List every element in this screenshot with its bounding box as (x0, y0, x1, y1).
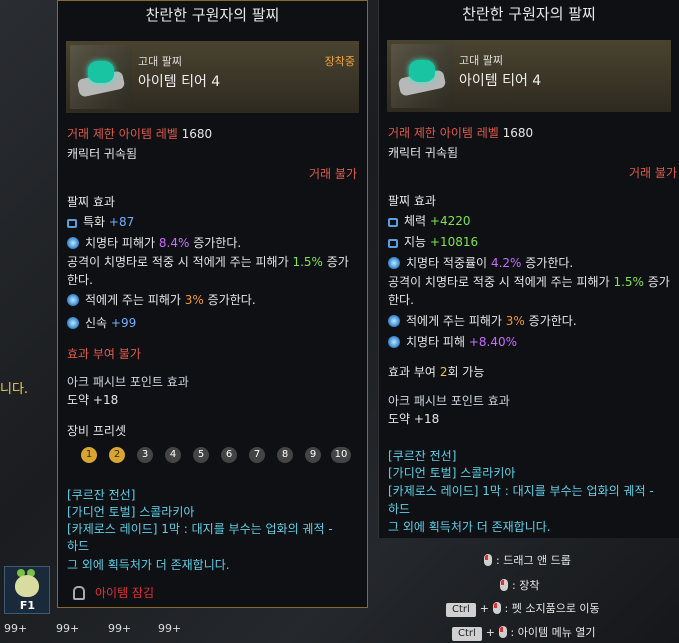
source-line: 그 외에 획득처가 더 존재합니다. (67, 558, 230, 572)
preset-button[interactable]: 1 (81, 447, 97, 463)
effect-orb-icon (67, 237, 79, 249)
lock-stat-icon (388, 239, 398, 248)
padlock-icon (73, 586, 85, 600)
lock-stat-icon (388, 218, 398, 227)
source-line: 그 외에 획득처가 더 존재합니다. (388, 520, 551, 534)
item-grade: 고대 팔찌 (459, 54, 503, 67)
count-label: 99+ (56, 622, 80, 635)
sprout-icon (15, 575, 39, 597)
effect-orb-icon (388, 336, 400, 348)
effect-line: 치명타 피해 +8.40% (388, 333, 517, 350)
lock-stat-icon (67, 219, 77, 228)
effect-line: 적에게 주는 피해가 3% 증가한다. (67, 291, 256, 308)
background-text: 니다. (0, 382, 29, 397)
bound-text: 캐릭터 귀속됨 (388, 146, 459, 160)
hint-drag: : 드래그 앤 드롭 (484, 552, 571, 568)
no-grant-text: 효과 부여 불가 (67, 347, 141, 361)
preset-button[interactable]: 10 (331, 447, 351, 463)
item-locked: 아이템 잠김 (73, 584, 154, 601)
effect-line: 치명타 적중률이 4.2% 증가한다. (388, 254, 573, 271)
effect-line-cont: 한다. (67, 273, 93, 287)
item-title: 찬란한 구원자의 팔찌 (462, 5, 596, 23)
bound-text: 캐릭터 귀속됨 (67, 147, 138, 161)
bracelet-icon (391, 44, 453, 108)
item-header: 고대 팔찌 아이템 티어 4 (387, 40, 671, 112)
ctrl-key-icon: Ctrl (452, 627, 482, 641)
ark-value: 도약 +18 (67, 393, 119, 407)
stat-line: 신속 +99 (67, 314, 136, 331)
effect-orb-icon (67, 294, 79, 306)
item-tier: 아이템 티어 4 (459, 73, 542, 89)
equipped-badge: 장착중 (324, 55, 355, 68)
source-line: [카제로스 레이드] 1막 : 대지를 부수는 업화의 궤적 - (388, 484, 654, 498)
hotkey-label: F1 (19, 599, 35, 612)
preset-button[interactable]: 9 (305, 447, 321, 463)
source-line: 하드 (67, 539, 90, 553)
grant-line: 효과 부여 2회 가능 (388, 365, 485, 379)
effects-title: 팔찌 효과 (388, 194, 436, 208)
effect-line: 공격이 치명타로 적중 시 적에게 주는 피해가 1.5% 증가 (67, 255, 349, 269)
trade-level: 거래 제한 아이템 레벨 1680 (388, 126, 534, 140)
preset-button[interactable]: 6 (221, 447, 237, 463)
preset-button[interactable]: 8 (277, 447, 293, 463)
count-label: 99+ (158, 622, 182, 635)
bracelet-icon (70, 45, 132, 109)
item-tooltip-equipped: 찬란한 구원자의 팔찌 고대 팔찌 아이템 티어 4 장착중 거래 제한 아이템… (57, 0, 368, 608)
effect-orb-icon (67, 317, 79, 329)
hint-move-pet: Ctrl + : 펫 소지품으로 이동 (446, 600, 600, 617)
ark-value: 도약 +18 (388, 412, 440, 426)
preset-button[interactable]: 5 (193, 447, 209, 463)
item-tier: 아이템 티어 4 (138, 74, 221, 90)
hud-counts: 99+ 99+ 99+ 99+ (0, 620, 240, 643)
source-line: [가디언 토벌] 스콜라키아 (388, 466, 516, 480)
preset-button[interactable]: 7 (249, 447, 265, 463)
ark-title: 아크 패시브 포인트 효과 (67, 375, 189, 389)
preset-button[interactable]: 3 (137, 447, 153, 463)
effect-line: 적에게 주는 피해가 3% 증가한다. (388, 312, 577, 329)
untradable-text: 거래 불가 (629, 166, 677, 180)
source-line: [가디언 토벌] 스콜라키아 (67, 505, 195, 519)
count-label: 99+ (108, 622, 132, 635)
stat-line: 지능 +10816 (388, 233, 478, 250)
mouse-right-icon (500, 579, 508, 591)
ark-title: 아크 패시브 포인트 효과 (388, 394, 510, 408)
mouse-left-icon (484, 554, 492, 566)
preset-title: 장비 프리셋 (67, 424, 127, 438)
hint-equip: : 장착 (500, 577, 539, 593)
mouse-right-icon (492, 602, 501, 614)
trade-level: 거래 제한 아이템 레벨 1680 (67, 127, 213, 141)
effect-orb-icon (388, 257, 400, 269)
stat-line: 특화 +87 (67, 213, 134, 230)
effect-line: 공격이 치명타로 적중 시 적에게 주는 피해가 1.5% 증가 (388, 275, 670, 289)
mouse-right-icon (498, 626, 507, 638)
untradable-text: 거래 불가 (309, 167, 357, 181)
source-line: 하드 (388, 502, 411, 516)
effect-line-cont: 한다. (388, 293, 414, 307)
source-line: [쿠르잔 전선] (388, 449, 457, 463)
ctrl-key-icon: Ctrl (446, 603, 476, 617)
item-header: 고대 팔찌 아이템 티어 4 장착중 (66, 41, 359, 113)
preset-button[interactable]: 2 (109, 447, 125, 463)
source-line: [쿠르잔 전선] (67, 488, 136, 502)
preset-button[interactable]: 4 (165, 447, 181, 463)
source-line: [카제로스 레이드] 1막 : 대지를 부수는 업화의 궤적 - (67, 522, 333, 536)
effect-line: 치명타 피해가 8.4% 증가한다. (67, 234, 241, 251)
item-tooltip-compare: 찬란한 구원자의 팔찌 고대 팔찌 아이템 티어 4 거래 제한 아이템 레벨 … (378, 0, 679, 538)
skill-slot[interactable]: F1 (4, 566, 50, 614)
item-title: 찬란한 구원자의 팔찌 (145, 6, 280, 24)
item-grade: 고대 팔찌 (138, 55, 182, 68)
effect-orb-icon (388, 315, 400, 327)
count-label: 99+ (4, 622, 28, 635)
hint-open-menu: Ctrl + : 아이템 메뉴 열기 (452, 624, 596, 641)
stat-line: 체력 +4220 (388, 212, 471, 229)
effects-title: 팔찌 효과 (67, 195, 115, 209)
